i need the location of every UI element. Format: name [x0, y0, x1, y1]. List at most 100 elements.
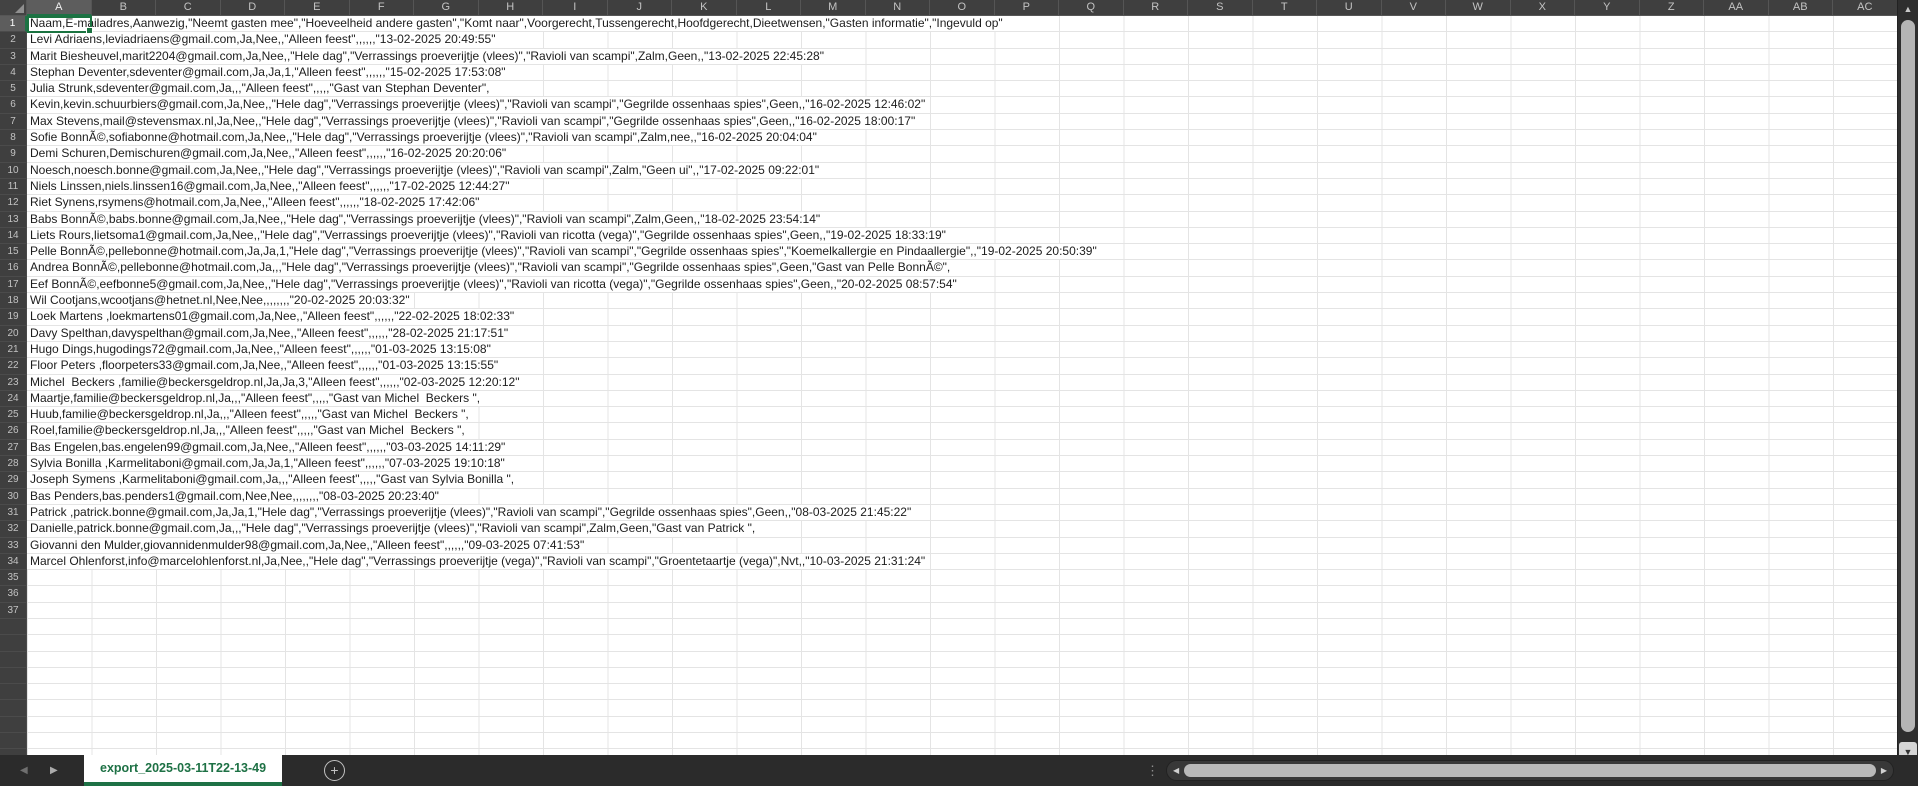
column-header-D[interactable]: D	[221, 0, 286, 16]
row-header-17[interactable]: 17	[0, 277, 27, 293]
row-cells[interactable]: Bas Penders,bas.penders1@gmail.com,Nee,N…	[27, 489, 1897, 505]
row-cells[interactable]	[27, 586, 1897, 602]
row-header-28[interactable]: 28	[0, 456, 27, 472]
row-cells[interactable]: Floor Peters ,floorpeters33@gmail.com,Ja…	[27, 358, 1897, 374]
scroll-right-icon[interactable]: ▶	[1881, 761, 1887, 780]
row-cells[interactable]: Pelle BonnÃ©,pellebonne@hotmail.com,Ja,J…	[27, 244, 1897, 260]
row-cells[interactable]	[27, 684, 1897, 700]
column-header-T[interactable]: T	[1253, 0, 1318, 16]
row-header-23[interactable]: 23	[0, 375, 27, 391]
row-cells[interactable]: Naam,E-mailadres,Aanwezig,"Neemt gasten …	[27, 16, 1897, 32]
row-header-37[interactable]: 37	[0, 603, 27, 619]
scrollbar-resize-handle-icon[interactable]: ⋮	[1146, 755, 1159, 786]
row-header-blank[interactable]	[0, 717, 27, 733]
row-cells[interactable]: Roel,familie@beckersgeldrop.nl,Ja,,,"All…	[27, 423, 1897, 439]
row-header-11[interactable]: 11	[0, 179, 27, 195]
column-header-W[interactable]: W	[1446, 0, 1511, 16]
select-all-button[interactable]	[0, 0, 27, 16]
scroll-left-icon[interactable]: ◀	[1173, 761, 1179, 780]
row-header-12[interactable]: 12	[0, 195, 27, 211]
row-header-8[interactable]: 8	[0, 130, 27, 146]
row-header-34[interactable]: 34	[0, 554, 27, 570]
column-header-O[interactable]: O	[930, 0, 995, 16]
column-header-A[interactable]: A	[27, 0, 92, 16]
row-header-14[interactable]: 14	[0, 228, 27, 244]
row-cells[interactable]: Michel Beckers ,familie@beckersgeldrop.n…	[27, 375, 1897, 391]
row-header-19[interactable]: 19	[0, 309, 27, 325]
column-header-S[interactable]: S	[1188, 0, 1253, 16]
row-header-blank[interactable]	[0, 700, 27, 716]
row-cells[interactable]: Sofie BonnÃ©,sofiabonne@hotmail.com,Ja,N…	[27, 130, 1897, 146]
row-cells[interactable]: Giovanni den Mulder,giovannidenmulder98@…	[27, 538, 1897, 554]
vertical-scrollbar[interactable]: ▲ ▼	[1897, 0, 1918, 766]
row-cells[interactable]: Hugo Dings,hugodings72@gmail.com,Ja,Nee,…	[27, 342, 1897, 358]
column-header-K[interactable]: K	[672, 0, 737, 16]
row-cells[interactable]: Noesch,noesch.bonne@gmail.com,Ja,Nee,,"H…	[27, 163, 1897, 179]
sheet-nav-next-icon[interactable]: ▶	[50, 755, 58, 786]
row-header-blank[interactable]	[0, 619, 27, 635]
row-header-5[interactable]: 5	[0, 81, 27, 97]
column-header-G[interactable]: G	[414, 0, 479, 16]
row-cells[interactable]: Loek Martens ,loekmartens01@gmail.com,Ja…	[27, 309, 1897, 325]
column-header-M[interactable]: M	[801, 0, 866, 16]
row-cells[interactable]: Joseph Symens ,Karmelitaboni@gmail.com,J…	[27, 472, 1897, 488]
row-header-16[interactable]: 16	[0, 260, 27, 276]
column-header-B[interactable]: B	[92, 0, 157, 16]
row-header-32[interactable]: 32	[0, 521, 27, 537]
row-header-1[interactable]: 1	[0, 16, 27, 32]
row-cells[interactable]: Bas Engelen,bas.engelen99@gmail.com,Ja,N…	[27, 440, 1897, 456]
column-header-Q[interactable]: Q	[1059, 0, 1124, 16]
row-cells[interactable]: Demi Schuren,Demischuren@gmail.com,Ja,Ne…	[27, 146, 1897, 162]
scroll-up-icon[interactable]: ▲	[1898, 1, 1918, 17]
row-cells[interactable]: Sylvia Bonilla ,Karmelitaboni@gmail.com,…	[27, 456, 1897, 472]
row-cells[interactable]	[27, 570, 1897, 586]
row-header-22[interactable]: 22	[0, 358, 27, 374]
column-header-AC[interactable]: AC	[1833, 0, 1898, 16]
add-sheet-button[interactable]: +	[324, 760, 345, 781]
row-cells[interactable]: Andrea BonnÃ©,pellebonne@hotmail.com,Ja,…	[27, 260, 1897, 276]
row-cells[interactable]: Stephan Deventer,sdeventer@gmail.com,Ja,…	[27, 65, 1897, 81]
column-header-L[interactable]: L	[737, 0, 802, 16]
row-cells[interactable]: Marit Biesheuvel,marit2204@gmail.com,Ja,…	[27, 49, 1897, 65]
row-cells[interactable]: Eef BonnÃ©,eefbonne5@gmail.com,Ja,Nee,,"…	[27, 277, 1897, 293]
row-cells[interactable]	[27, 717, 1897, 733]
row-cells[interactable]	[27, 668, 1897, 684]
row-header-blank[interactable]	[0, 684, 27, 700]
row-cells[interactable]	[27, 603, 1897, 619]
row-cells[interactable]	[27, 700, 1897, 716]
column-header-I[interactable]: I	[543, 0, 608, 16]
row-cells[interactable]: Levi Adriaens,leviadriaens@gmail.com,Ja,…	[27, 32, 1897, 48]
row-cells[interactable]: Wil Cootjans,wcootjans@hetnet.nl,Nee,Nee…	[27, 293, 1897, 309]
row-cells[interactable]	[27, 652, 1897, 668]
row-header-15[interactable]: 15	[0, 244, 27, 260]
row-header-24[interactable]: 24	[0, 391, 27, 407]
column-header-P[interactable]: P	[995, 0, 1060, 16]
column-header-X[interactable]: X	[1511, 0, 1576, 16]
column-header-F[interactable]: F	[350, 0, 415, 16]
row-header-blank[interactable]	[0, 668, 27, 684]
column-header-C[interactable]: C	[156, 0, 221, 16]
row-cells[interactable]: Max Stevens,mail@stevensmax.nl,Ja,Nee,,"…	[27, 114, 1897, 130]
row-cells[interactable]: Marcel Ohlenforst,info@marcelohlenforst.…	[27, 554, 1897, 570]
row-cells[interactable]: Patrick ,patrick.bonne@gmail.com,Ja,Ja,1…	[27, 505, 1897, 521]
row-cells[interactable]	[27, 733, 1897, 749]
column-header-H[interactable]: H	[479, 0, 544, 16]
row-cells[interactable]: Riet Synens,rsymens@hotmail.com,Ja,Nee,,…	[27, 195, 1897, 211]
column-header-J[interactable]: J	[608, 0, 673, 16]
column-header-AA[interactable]: AA	[1704, 0, 1769, 16]
row-cells[interactable]: Davy Spelthan,davyspelthan@gmail.com,Ja,…	[27, 326, 1897, 342]
row-header-27[interactable]: 27	[0, 440, 27, 456]
row-header-6[interactable]: 6	[0, 97, 27, 113]
column-header-R[interactable]: R	[1124, 0, 1189, 16]
row-header-13[interactable]: 13	[0, 212, 27, 228]
horizontal-scrollbar[interactable]: ◀ ▶	[1166, 760, 1894, 781]
column-header-N[interactable]: N	[866, 0, 931, 16]
row-cells[interactable]: Babs BonnÃ©,babs.bonne@gmail.com,Ja,Nee,…	[27, 212, 1897, 228]
row-cells[interactable]: Huub,familie@beckersgeldrop.nl,Ja,,,"All…	[27, 407, 1897, 423]
row-cells[interactable]: Maartje,familie@beckersgeldrop.nl,Ja,,,"…	[27, 391, 1897, 407]
row-header-2[interactable]: 2	[0, 32, 27, 48]
column-header-AB[interactable]: AB	[1769, 0, 1834, 16]
column-header-V[interactable]: V	[1382, 0, 1447, 16]
row-cells[interactable]: Danielle,patrick.bonne@gmail.com,Ja,,,"H…	[27, 521, 1897, 537]
row-cells[interactable]	[27, 619, 1897, 635]
